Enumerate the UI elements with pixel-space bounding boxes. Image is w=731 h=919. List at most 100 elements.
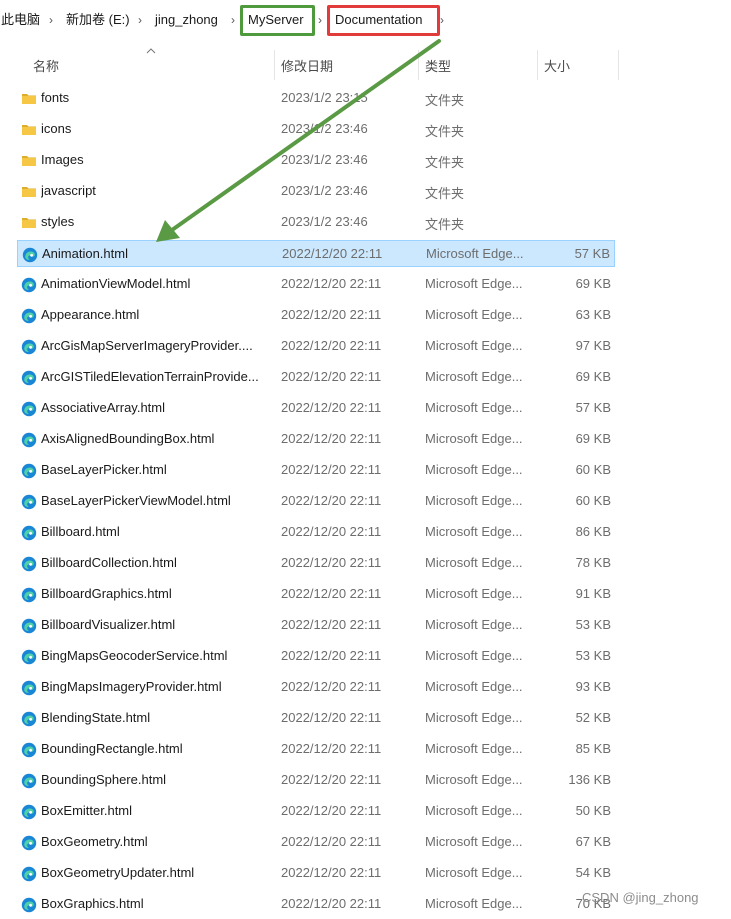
column-modified[interactable]: 修改日期: [281, 56, 333, 75]
file-name: BillboardGraphics.html: [41, 586, 172, 601]
file-type: Microsoft Edge...: [425, 679, 523, 694]
file-row[interactable]: BaseLayerPicker.html 2022/12/20 22:11 Micr…: [17, 457, 615, 484]
file-name: javascript: [41, 183, 96, 198]
folder-row[interactable]: icons 2023/1/2 23:46 文件夹: [17, 116, 615, 143]
file-size: 91 KB: [575, 586, 611, 601]
column-name[interactable]: 名称: [33, 56, 59, 75]
file-modified-date: 2022/12/20 22:11: [281, 586, 382, 601]
breadcrumb-documentation[interactable]: Documentation: [335, 11, 422, 29]
folder-row[interactable]: styles 2023/1/2 23:46 文件夹: [17, 209, 615, 236]
file-row[interactable]: BlendingState.html 2022/12/20 22:11 Micros…: [17, 705, 615, 732]
folder-row[interactable]: Images 2023/1/2 23:46 文件夹: [17, 147, 615, 174]
column-divider[interactable]: [537, 50, 538, 80]
file-name: Images: [41, 152, 84, 167]
file-type: Microsoft Edge...: [425, 524, 523, 539]
file-name: BoxGraphics.html: [41, 896, 144, 911]
file-modified-date: 2023/1/2 23:46: [281, 214, 368, 229]
chevron-right-icon[interactable]: ›: [138, 11, 142, 29]
folder-row[interactable]: javascript 2023/1/2 23:46 文件夹: [17, 178, 615, 205]
file-name: BillboardCollection.html: [41, 555, 177, 570]
file-type: Microsoft Edge...: [425, 431, 523, 446]
file-size: 63 KB: [575, 307, 611, 322]
column-divider[interactable]: [418, 50, 419, 80]
file-row[interactable]: ArcGISTiledElevationTerrainProvide... 202…: [17, 364, 615, 391]
file-row[interactable]: Animation.html 2022/12/20 22:11 Microsoft …: [17, 240, 615, 267]
file-type: Microsoft Edge...: [425, 307, 523, 322]
file-row[interactable]: BaseLayerPickerViewModel.html 2022/12/20 …: [17, 488, 615, 515]
file-size: 50 KB: [575, 803, 611, 818]
breadcrumb-this-pc[interactable]: 此电脑: [1, 11, 40, 29]
file-row[interactable]: AssociativeArray.html 2022/12/20 22:11 Mic…: [17, 395, 615, 422]
column-size[interactable]: 大小: [544, 56, 570, 75]
file-type: Microsoft Edge...: [425, 586, 523, 601]
breadcrumb-jing-zhong[interactable]: jing_zhong: [155, 11, 218, 29]
file-row[interactable]: BillboardVisualizer.html 2022/12/20 22:11…: [17, 612, 615, 639]
edge-html-file-icon: [22, 247, 38, 263]
file-type: Microsoft Edge...: [425, 617, 523, 632]
edge-html-file-icon: [21, 494, 37, 510]
file-modified-date: 2022/12/20 22:11: [281, 679, 382, 694]
edge-html-file-icon: [21, 587, 37, 603]
file-modified-date: 2023/1/2 23:15: [281, 90, 368, 105]
file-type: Microsoft Edge...: [425, 369, 523, 384]
file-modified-date: 2023/1/2 23:46: [281, 183, 368, 198]
file-modified-date: 2022/12/20 22:11: [281, 896, 382, 911]
folder-icon: [21, 153, 37, 168]
chevron-right-icon[interactable]: ›: [318, 11, 322, 29]
file-type: Microsoft Edge...: [425, 338, 523, 353]
file-type: Microsoft Edge...: [425, 896, 523, 911]
edge-html-file-icon: [21, 711, 37, 727]
file-row[interactable]: BingMapsImageryProvider.html 2022/12/20 2…: [17, 674, 615, 701]
column-type[interactable]: 类型: [425, 56, 451, 75]
chevron-right-icon[interactable]: ›: [440, 11, 444, 29]
file-modified-date: 2022/12/20 22:11: [281, 617, 382, 632]
edge-html-file-icon: [21, 897, 37, 913]
edge-html-file-icon: [21, 370, 37, 386]
file-row[interactable]: Appearance.html 2022/12/20 22:11 Microsoft…: [17, 302, 615, 329]
edge-html-file-icon: [21, 618, 37, 634]
file-modified-date: 2022/12/20 22:11: [281, 741, 382, 756]
folder-row[interactable]: fonts 2023/1/2 23:15 文件夹: [17, 85, 615, 112]
column-divider[interactable]: [618, 50, 619, 80]
file-name: Billboard.html: [41, 524, 120, 539]
folder-icon: [21, 91, 37, 106]
file-size: 60 KB: [575, 493, 611, 508]
file-row[interactable]: BoxEmitter.html 2022/12/20 22:11 Microsoft…: [17, 798, 615, 825]
file-size: 57 KB: [574, 246, 610, 261]
chevron-right-icon[interactable]: ›: [49, 11, 53, 29]
file-name: AnimationViewModel.html: [41, 276, 191, 291]
chevron-right-icon[interactable]: ›: [231, 11, 235, 29]
file-name: BoxEmitter.html: [41, 803, 133, 818]
file-row[interactable]: BoxGraphics.html 2022/12/20 22:11 Microsof…: [17, 891, 615, 918]
file-modified-date: 2022/12/20 22:11: [281, 338, 382, 353]
file-modified-date: 2022/12/20 22:11: [281, 431, 382, 446]
file-row[interactable]: BillboardGraphics.html 2022/12/20 22:11 Mi…: [17, 581, 615, 608]
file-row[interactable]: BillboardCollection.html 2022/12/20 22:11…: [17, 550, 615, 577]
file-modified-date: 2022/12/20 22:11: [281, 307, 382, 322]
file-size: 78 KB: [575, 555, 611, 570]
column-divider[interactable]: [274, 50, 275, 80]
file-row[interactable]: AxisAlignedBoundingBox.html 2022/12/20 22…: [17, 426, 615, 453]
file-row[interactable]: BoundingSphere.html 2022/12/20 22:11 Micro…: [17, 767, 615, 794]
file-row[interactable]: BoxGeometryUpdater.html 2022/12/20 22:11 M…: [17, 860, 615, 887]
file-name: BingMapsImageryProvider.html: [41, 679, 222, 694]
file-name: BingMapsGeocoderService.html: [41, 648, 228, 663]
edge-html-file-icon: [21, 680, 37, 696]
file-size: 57 KB: [575, 400, 611, 415]
breadcrumb-drive[interactable]: 新加卷 (E:): [66, 11, 130, 29]
file-row[interactable]: BoxGeometry.html 2022/12/20 22:11 Microsof…: [17, 829, 615, 856]
file-type: 文件夹: [425, 155, 465, 170]
file-row[interactable]: BingMapsGeocoderService.html 2022/12/20 2…: [17, 643, 615, 670]
breadcrumb-myserver[interactable]: MyServer: [248, 11, 304, 29]
file-name: icons: [41, 121, 72, 136]
file-name: ArcGisMapServerImageryProvider....: [41, 338, 253, 353]
file-size: 93 KB: [575, 679, 611, 694]
file-row[interactable]: ArcGisMapServerImageryProvider.... 2022/1…: [17, 333, 615, 360]
file-row[interactable]: AnimationViewModel.html 2022/12/20 22:11 M…: [17, 271, 615, 298]
file-row[interactable]: Billboard.html 2022/12/20 22:11 Microsoft …: [17, 519, 615, 546]
file-type: Microsoft Edge...: [425, 710, 523, 725]
file-modified-date: 2022/12/20 22:11: [281, 772, 382, 787]
file-size: 53 KB: [575, 648, 611, 663]
file-row[interactable]: BoundingRectangle.html 2022/12/20 22:11 Mi…: [17, 736, 615, 763]
file-name: BoundingRectangle.html: [41, 741, 183, 756]
